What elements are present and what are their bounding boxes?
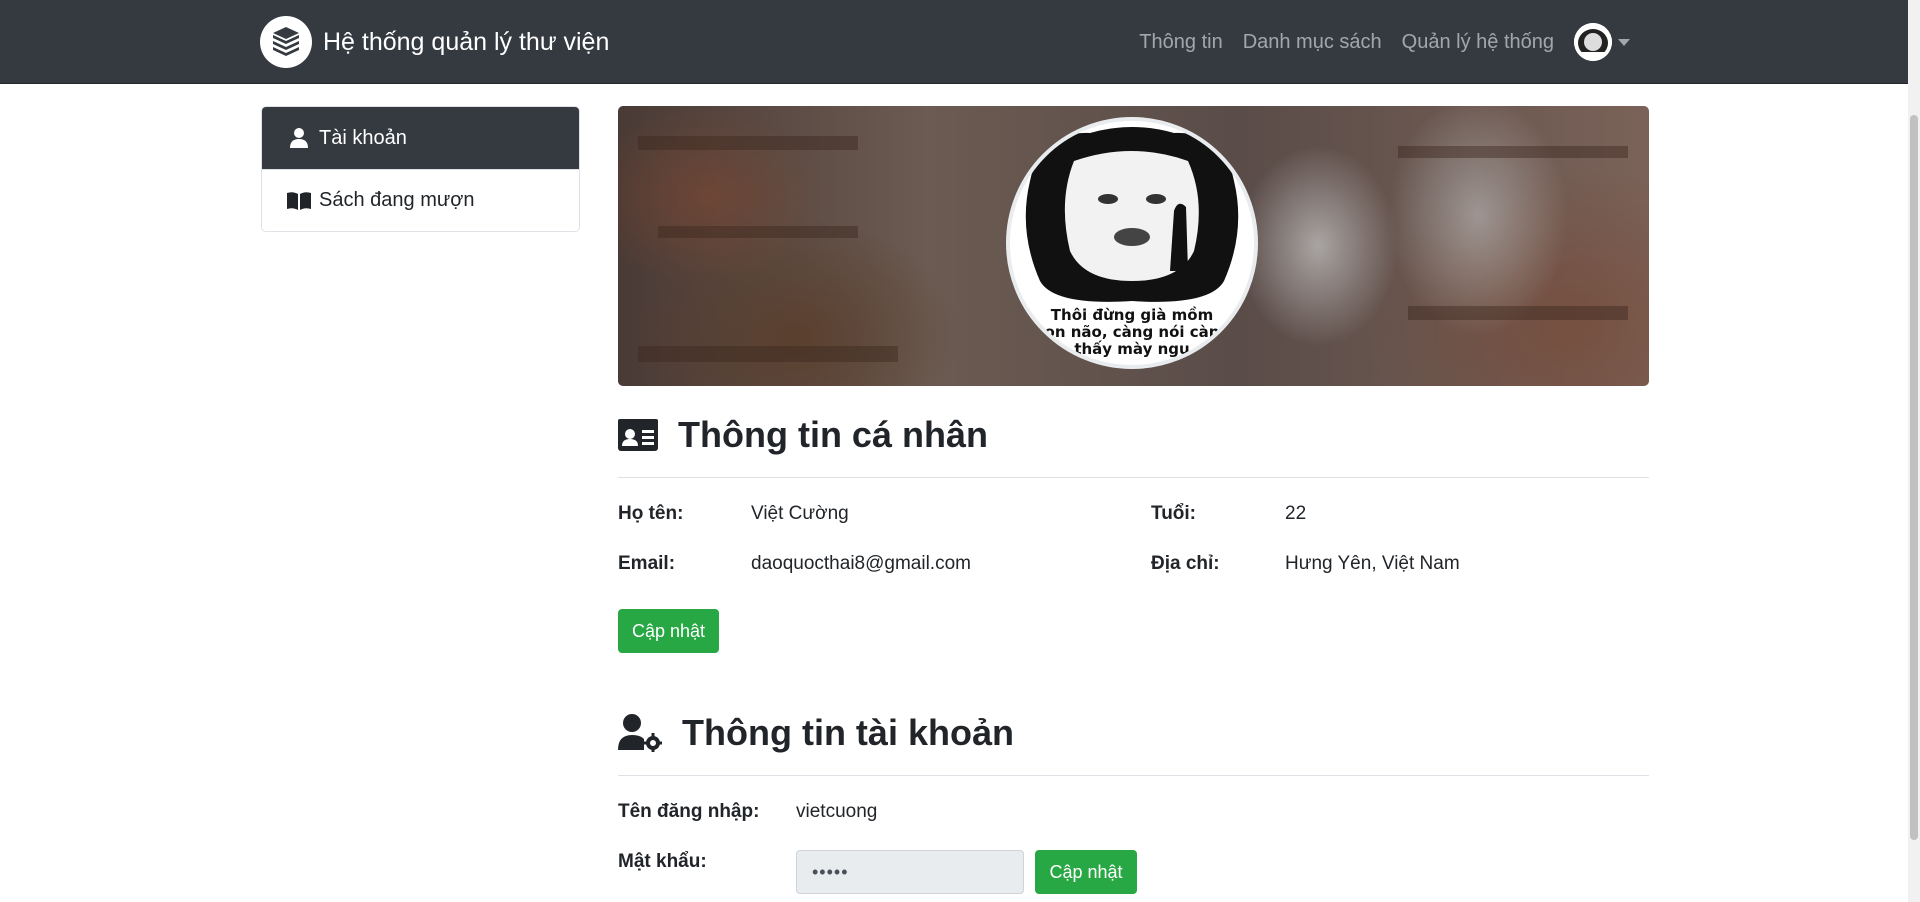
avatar — [1574, 23, 1612, 61]
nav-link-system-management[interactable]: Quản lý hệ thống — [1402, 31, 1554, 54]
address-value: Hưng Yên, Việt Nam — [1285, 553, 1460, 574]
brand[interactable]: Hệ thống quản lý thư viện — [260, 16, 609, 68]
chevron-down-icon — [1618, 38, 1630, 46]
name-value: Việt Cường — [751, 503, 849, 524]
divider — [618, 775, 1649, 776]
username-label: Tên đăng nhập: — [618, 801, 760, 822]
account-info-heading: Thông tin tài khoản — [618, 712, 1014, 754]
section-title: Thông tin tài khoản — [682, 712, 1014, 753]
brand-title[interactable]: Hệ thống quản lý thư viện — [323, 29, 609, 55]
page-scrollbar[interactable] — [1908, 0, 1920, 902]
id-card-icon — [618, 419, 658, 451]
personal-info-heading: Thông tin cá nhân — [618, 414, 988, 456]
nav-links: Thông tin Danh mục sách Quản lý hệ thống — [1119, 22, 1630, 62]
top-navbar: Hệ thống quản lý thư viện Thông tin Danh… — [0, 0, 1908, 84]
divider — [618, 477, 1649, 478]
section-title: Thông tin cá nhân — [678, 414, 988, 455]
profile-image-caption: Thôi đừng già mồm on não, càng nói càn t… — [1044, 306, 1220, 358]
sidebar-item-label: Tài khoản — [319, 126, 407, 149]
scrollbar-thumb[interactable] — [1910, 115, 1918, 840]
nav-link-book-catalog[interactable]: Danh mục sách — [1243, 31, 1382, 54]
nav-link-info[interactable]: Thông tin — [1139, 31, 1222, 54]
user-cog-icon — [618, 714, 662, 752]
username-value: vietcuong — [796, 801, 878, 822]
book-open-icon — [287, 190, 311, 212]
user-icon — [287, 127, 311, 149]
age-label: Tuổi: — [1151, 503, 1197, 524]
profile-picture: Thôi đừng già mồm on não, càng nói càn t… — [1006, 117, 1258, 369]
update-personal-info-button[interactable]: Cập nhật — [618, 609, 719, 653]
age-value: 22 — [1285, 503, 1307, 524]
sidebar-item-label: Sách đang mượn — [319, 189, 475, 211]
email-value: daoquocthai8@gmail.com — [751, 553, 971, 574]
sidebar: Tài khoản Sách đang mượn — [261, 106, 580, 232]
address-label: Địa chỉ: — [1151, 553, 1220, 574]
password-field[interactable]: ••••• — [796, 850, 1024, 894]
sidebar-item-account[interactable]: Tài khoản — [262, 107, 579, 169]
update-password-button[interactable]: Cập nhật — [1035, 850, 1137, 894]
books-stack-icon — [260, 16, 312, 68]
password-label: Mật khẩu: — [618, 851, 707, 872]
sidebar-item-borrowed-books[interactable]: Sách đang mượn — [262, 169, 579, 231]
email-label: Email: — [618, 553, 676, 574]
user-menu-dropdown[interactable] — [1574, 23, 1630, 61]
name-label: Họ tên: — [618, 503, 684, 524]
